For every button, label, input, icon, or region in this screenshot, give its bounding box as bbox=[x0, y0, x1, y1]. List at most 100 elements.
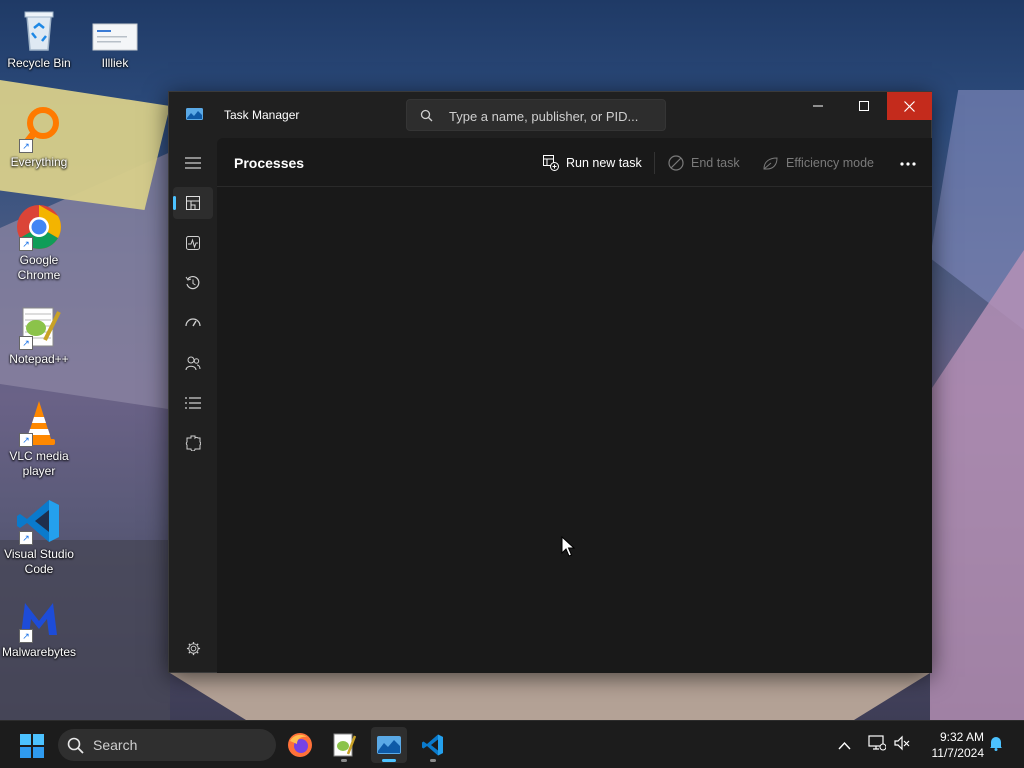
notifications-button[interactable] bbox=[989, 735, 1003, 756]
shortcut-arrow-icon: ↗ bbox=[19, 237, 33, 251]
task-manager-window: Task Manager Type a name, publisher, or … bbox=[168, 91, 932, 673]
close-button[interactable] bbox=[887, 92, 932, 120]
taskbar-search[interactable]: Search bbox=[58, 729, 276, 761]
volume-button[interactable] bbox=[894, 735, 910, 756]
search-icon bbox=[67, 737, 84, 754]
maximize-button[interactable] bbox=[841, 92, 887, 120]
more-options-button[interactable] bbox=[893, 152, 923, 176]
firefox-icon bbox=[288, 733, 312, 757]
nav-users[interactable] bbox=[173, 347, 213, 379]
desktop-icon-label: Illliek bbox=[101, 56, 129, 70]
nav-performance[interactable] bbox=[173, 227, 213, 259]
desktop-icon-vscode[interactable]: ↗ Visual Studio Code bbox=[1, 497, 77, 577]
desktop-icon-malwarebytes[interactable]: ↗ Malwarebytes bbox=[1, 595, 77, 660]
taskbar-search-label: Search bbox=[93, 737, 138, 753]
desktop-icon-label: Recycle Bin bbox=[7, 56, 71, 70]
desktop-icon-chrome[interactable]: ↗ Google Chrome bbox=[1, 203, 77, 283]
startup-icon bbox=[185, 318, 201, 327]
end-task-button[interactable]: End task bbox=[668, 152, 740, 174]
nav-menu-button[interactable] bbox=[173, 147, 213, 179]
nav-details[interactable] bbox=[173, 387, 213, 419]
desktop-icon-label: Everything bbox=[10, 155, 68, 169]
chevron-up-icon bbox=[838, 741, 851, 750]
window-title: Task Manager bbox=[224, 108, 300, 122]
title-bar[interactable]: Task Manager bbox=[169, 92, 932, 138]
run-new-task-label: Run new task bbox=[566, 156, 642, 170]
minimize-icon bbox=[813, 105, 823, 107]
run-new-task-icon bbox=[543, 155, 559, 171]
running-indicator bbox=[341, 759, 347, 762]
show-hidden-icons-button[interactable] bbox=[838, 737, 851, 755]
toolbar-divider bbox=[654, 152, 655, 174]
efficiency-leaf-icon bbox=[763, 156, 778, 169]
taskbar-app-firefox[interactable] bbox=[282, 727, 318, 763]
running-indicator bbox=[382, 759, 396, 762]
navigation-rail bbox=[169, 138, 217, 674]
desktop-icon-label: VLC media player bbox=[9, 449, 69, 478]
malwarebytes-icon: ↗ bbox=[15, 595, 63, 643]
taskbar-app-vscode[interactable] bbox=[415, 727, 451, 763]
everything-search-icon: ↗ bbox=[15, 105, 63, 153]
maximize-icon bbox=[859, 101, 869, 111]
task-manager-icon bbox=[377, 736, 401, 754]
end-task-icon bbox=[668, 155, 684, 171]
performance-icon bbox=[186, 236, 200, 250]
desktop-icon-recycle-bin[interactable]: Recycle Bin bbox=[1, 6, 77, 71]
vlc-icon: ↗ bbox=[15, 399, 63, 447]
bell-icon bbox=[990, 737, 1002, 751]
vscode-icon: ↗ bbox=[15, 497, 63, 545]
clock[interactable]: 9:32 AM 11/7/2024 bbox=[918, 729, 985, 761]
wallpaper-shape bbox=[930, 250, 1024, 720]
start-button[interactable] bbox=[20, 734, 44, 763]
desktop-icon-label: Visual Studio Code bbox=[4, 547, 74, 576]
close-icon bbox=[904, 100, 915, 112]
volume-muted-icon bbox=[894, 735, 910, 751]
app-history-icon bbox=[185, 275, 200, 290]
desktop-icon-label: Google Chrome bbox=[17, 253, 61, 282]
desktop-icon-label: Malwarebytes bbox=[1, 645, 77, 659]
users-icon bbox=[185, 356, 201, 371]
shortcut-arrow-icon: ↗ bbox=[19, 433, 33, 447]
search-icon bbox=[420, 109, 433, 122]
shortcut-arrow-icon: ↗ bbox=[19, 629, 33, 643]
network-icon bbox=[868, 735, 887, 751]
recycle-bin-icon bbox=[15, 6, 63, 54]
nav-services[interactable] bbox=[173, 427, 213, 459]
desktop-icon-everything[interactable]: ↗ Everything bbox=[1, 105, 77, 170]
more-icon bbox=[900, 162, 916, 166]
taskbar-app-notepadplusplus[interactable] bbox=[326, 727, 362, 763]
mouse-cursor-icon bbox=[561, 536, 575, 557]
shortcut-arrow-icon: ↗ bbox=[19, 336, 33, 350]
wallpaper-shape bbox=[170, 673, 930, 720]
clock-time: 9:32 AM bbox=[939, 730, 984, 744]
vscode-icon bbox=[422, 734, 443, 756]
clock-date: 11/7/2024 bbox=[931, 746, 985, 760]
command-bar: Processes Run new task End task Efficien… bbox=[217, 138, 932, 187]
chrome-icon: ↗ bbox=[15, 203, 63, 251]
windows-logo-icon bbox=[20, 734, 44, 758]
nav-startup-apps[interactable] bbox=[173, 307, 213, 339]
processes-icon bbox=[186, 196, 200, 210]
document-thumbnail-icon bbox=[91, 6, 139, 54]
desktop-icon-illliek[interactable]: Illliek bbox=[77, 6, 153, 71]
desktop-icon-notepadplusplus[interactable]: ↗ Notepad++ bbox=[1, 302, 77, 367]
processes-page: Processes Run new task End task Efficien… bbox=[217, 138, 932, 673]
nav-app-history[interactable] bbox=[173, 267, 213, 299]
nav-settings[interactable] bbox=[173, 632, 213, 664]
desktop-icon-vlc[interactable]: ↗ VLC media player bbox=[1, 399, 77, 479]
taskbar-app-task-manager[interactable] bbox=[371, 727, 407, 763]
efficiency-mode-button[interactable]: Efficiency mode bbox=[762, 152, 874, 174]
run-new-task-button[interactable]: Run new task bbox=[543, 152, 642, 174]
shortcut-arrow-icon: ↗ bbox=[19, 139, 33, 153]
end-task-label: End task bbox=[691, 156, 740, 170]
running-indicator bbox=[430, 759, 436, 762]
shortcut-arrow-icon: ↗ bbox=[19, 531, 33, 545]
minimize-button[interactable] bbox=[795, 92, 841, 120]
nav-processes[interactable] bbox=[173, 187, 213, 219]
details-icon bbox=[185, 397, 201, 409]
network-status-button[interactable] bbox=[868, 735, 887, 756]
notepadplusplus-icon: ↗ bbox=[15, 302, 63, 350]
search-box[interactable] bbox=[406, 99, 666, 132]
task-manager-app-icon bbox=[186, 108, 203, 120]
search-input[interactable] bbox=[447, 100, 663, 132]
